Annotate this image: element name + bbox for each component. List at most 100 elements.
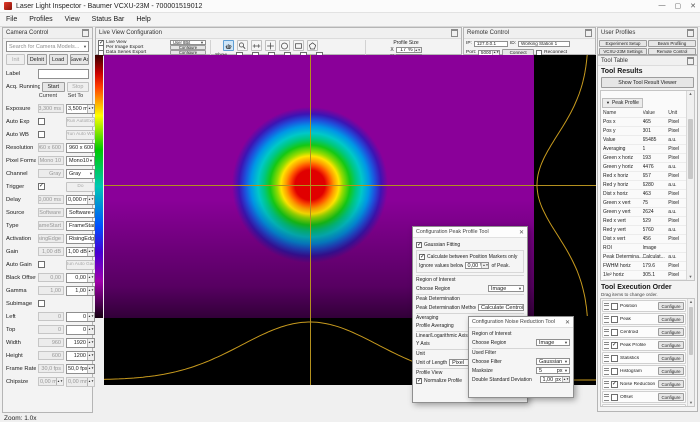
ignore-values-spinner[interactable]: 0,00 %▲▼ <box>465 262 489 269</box>
drag-handle-icon[interactable] <box>604 368 609 375</box>
drag-handle-icon[interactable] <box>604 407 609 408</box>
camera-set-dropdown[interactable]: Mono10▼ <box>66 156 95 166</box>
table-row[interactable]: Red y vert5760a.u. <box>603 226 686 235</box>
camera-set-spinner[interactable]: 0▲▼ <box>66 325 95 335</box>
exec-item-histogram[interactable]: HistogramConfigure <box>602 365 686 377</box>
start-button[interactable]: Start <box>42 82 65 92</box>
spinner-arrows-icon[interactable]: ▲▼ <box>87 287 94 295</box>
table-row[interactable]: ROIImage <box>603 244 686 253</box>
exec-item-position[interactable]: PositionConfigure <box>602 300 686 312</box>
spinner-arrows-icon[interactable]: ▲▼ <box>87 313 94 321</box>
spinner-arrows-icon[interactable]: ▲▼ <box>492 51 499 55</box>
close-icon[interactable]: ✕ <box>519 229 524 236</box>
gaussian-fitting-checkbox[interactable] <box>416 242 422 248</box>
peak-profile-checkbox[interactable] <box>611 342 618 349</box>
auto-exp-checkbox[interactable] <box>38 118 45 125</box>
drag-handle-icon[interactable] <box>604 316 609 323</box>
camera-set-dropdown[interactable]: RisingEdge▼ <box>66 234 95 244</box>
minimize-button[interactable]: — <box>659 2 666 10</box>
exec-item-centroid[interactable]: CentroidConfigure <box>602 326 686 338</box>
table-row[interactable]: FWHM horiz179.6Pixel <box>603 262 686 271</box>
menu-item-status-bar[interactable]: Status Bar <box>86 13 131 26</box>
run-auto-wb-button[interactable]: Run Auto WB <box>66 130 95 140</box>
camera-set-spinner[interactable]: 0,00▲▼ <box>66 273 95 283</box>
menu-item-file[interactable]: File <box>0 13 23 26</box>
camera-set-spinner[interactable]: 0▲▼ <box>66 312 95 322</box>
scroll-down-icon[interactable]: ▼ <box>687 274 694 280</box>
table-row[interactable]: 1/e² horiz305.1Pixel <box>603 271 686 280</box>
drag-handle-icon[interactable] <box>604 303 609 310</box>
vertical-crosshair-line[interactable] <box>310 55 311 385</box>
ip-input[interactable]: 127.0.0.1 <box>474 41 508 47</box>
drag-handle-icon[interactable] <box>604 329 609 336</box>
spinner-arrows-icon[interactable]: ▲▼ <box>87 105 94 113</box>
experiment-setup-profile-button[interactable]: Experiment Setup <box>599 40 647 47</box>
zoom-tool[interactable] <box>237 40 248 51</box>
float-panel-icon[interactable] <box>451 29 458 37</box>
results-scrollbar[interactable]: ▲ ▼ <box>686 91 694 280</box>
noise-reduction-checkbox[interactable] <box>611 381 618 388</box>
camera-set-dropdown[interactable]: Gray▼ <box>66 169 95 179</box>
calc-between-markers-checkbox[interactable] <box>419 254 425 260</box>
spinner-arrows-icon[interactable]: ▲▼ <box>87 248 94 256</box>
masksize-dropdown[interactable]: 5px ▼ <box>536 367 570 374</box>
save-as-button[interactable]: Save As <box>70 54 89 65</box>
position-checkbox[interactable] <box>611 303 618 310</box>
choose-region-dropdown[interactable]: Image▼ <box>488 285 524 292</box>
float-panel-icon[interactable] <box>82 29 89 37</box>
close-icon[interactable]: ✕ <box>565 319 570 326</box>
spinner-arrows-icon[interactable]: ▲▼ <box>87 339 94 347</box>
run-autoexp-button[interactable]: Run AutoExp <box>66 117 95 127</box>
table-row[interactable]: µ horiz463.9Pixel <box>603 280 686 281</box>
spinner-arrows-icon[interactable]: ▲▼ <box>87 196 94 204</box>
float-panel-icon[interactable] <box>585 29 592 37</box>
close-button[interactable]: ✕ <box>690 2 696 10</box>
table-row[interactable]: Green x horiz193Pixel <box>603 154 686 163</box>
table-row[interactable]: Red x vert529Pixel <box>603 217 686 226</box>
exec-item-offset[interactable]: OffsetConfigure <box>602 391 686 403</box>
table-row[interactable]: Averaging1Pixel <box>603 145 686 154</box>
drag-handle-icon[interactable] <box>604 394 609 401</box>
scroll-up-icon[interactable]: ▲ <box>688 299 694 305</box>
run-auto-gain-button[interactable]: Run Auto Gain <box>66 260 95 270</box>
table-row[interactable]: Value65485a.u. <box>603 136 686 145</box>
peak-checkbox[interactable] <box>611 316 618 323</box>
trigger-checkbox[interactable] <box>38 183 45 190</box>
menu-item-profiles[interactable]: Profiles <box>23 13 58 26</box>
spinner-arrows-icon[interactable]: ▲▼ <box>87 352 94 360</box>
camera-set-spinner[interactable]: 50,0 fps▲▼ <box>66 364 95 374</box>
hand-tool[interactable] <box>223 40 234 51</box>
offset-checkbox[interactable] <box>611 394 618 401</box>
configure-button[interactable]: Configure <box>658 341 684 349</box>
spinner-arrows-icon[interactable]: ▲▼ <box>56 378 63 385</box>
contrast-checkbox[interactable] <box>611 407 618 408</box>
rect-roi-tool[interactable] <box>293 40 304 51</box>
remote-control-profile-button[interactable]: Remote Control <box>648 48 696 55</box>
configure-button[interactable]: Configure <box>658 328 684 336</box>
table-row[interactable]: Peak Determina...Calculat...a.u. <box>603 253 686 262</box>
profile-size-x-spinner[interactable]: 17 %▲▼ <box>396 47 422 53</box>
auto-gain-checkbox[interactable] <box>38 261 45 268</box>
spinner-arrows-icon[interactable]: ▲▼ <box>87 365 94 373</box>
exec-item-noise-reduction[interactable]: Noise ReductionConfigure <box>602 378 686 390</box>
show-tool-result-viewer-button[interactable]: Show Tool Result Viewer <box>601 77 694 88</box>
load-button[interactable]: Load <box>49 54 68 65</box>
configure-button[interactable]: Configure <box>658 302 684 310</box>
maximize-button[interactable]: ▢ <box>675 2 682 10</box>
spinner-arrows-icon[interactable]: ▲▼ <box>87 326 94 334</box>
exec-item-contrast[interactable]: ContrastConfigure <box>602 404 686 407</box>
beam-profiling-profile-button[interactable]: Beam Profiling <box>648 40 696 47</box>
camera-set-spinner[interactable]: 0,000 ms▲▼ <box>66 195 95 205</box>
drag-handle-icon[interactable] <box>604 381 609 388</box>
vcxu-23m-settings-profile-button[interactable]: VCXU-23M Settings <box>599 48 647 55</box>
choose-filter-dropdown[interactable]: Gaussian▼ <box>536 358 570 365</box>
stop-button[interactable]: Stop <box>67 82 90 92</box>
camera-model-search[interactable]: Search for Camera Models...▼ <box>6 41 89 52</box>
exec-item-peak-profile[interactable]: Peak ProfileConfigure <box>602 339 686 351</box>
choose-region-dropdown[interactable]: Image▼ <box>536 339 570 346</box>
float-panel-icon[interactable] <box>687 29 694 37</box>
configure-button[interactable]: Configure <box>658 315 684 323</box>
camera-set-spinner[interactable]: 1,00 dB▲▼ <box>66 247 95 257</box>
spinner-arrows-icon[interactable]: ▲▼ <box>87 378 94 386</box>
spinner-arrows-icon[interactable]: ▲▼ <box>414 48 421 52</box>
